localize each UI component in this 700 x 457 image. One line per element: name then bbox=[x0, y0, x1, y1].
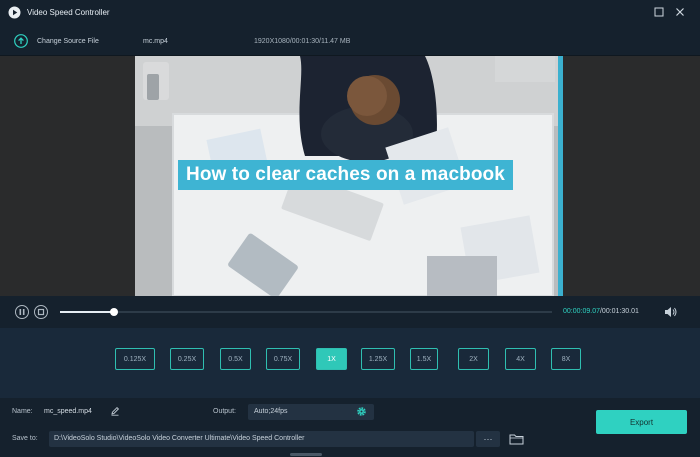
maximize-button[interactable] bbox=[652, 5, 666, 19]
output-file-name: mc_speed.mp4 bbox=[44, 408, 92, 415]
output-settings-bar: Name: mc_speed.mp4 Output: Auto;24fps Sa… bbox=[0, 398, 700, 457]
video-preview-area: How to clear caches on a macbook bbox=[0, 56, 700, 296]
edit-name-icon[interactable] bbox=[110, 406, 120, 416]
save-to-label: Save to: bbox=[12, 435, 38, 442]
time-readout: 00:00:09.07/00:01:30.01 bbox=[563, 308, 639, 315]
video-frame: How to clear caches on a macbook bbox=[135, 56, 563, 296]
change-source-file-label: Change Source File bbox=[37, 37, 99, 45]
progress-thumb[interactable] bbox=[110, 308, 118, 316]
name-label: Name: bbox=[12, 408, 33, 415]
speed-option-button[interactable]: 0.75X bbox=[266, 348, 300, 370]
resize-handle[interactable] bbox=[290, 453, 322, 456]
output-label: Output: bbox=[213, 408, 236, 415]
source-file-meta: 1920X1080/00:01:30/11.47 MB bbox=[254, 38, 351, 45]
open-folder-icon[interactable] bbox=[509, 433, 524, 445]
speed-option-button[interactable]: 1.5X bbox=[410, 348, 438, 370]
change-source-file-button[interactable]: Change Source File bbox=[14, 33, 99, 49]
title-bar: Video Speed Controller bbox=[0, 0, 700, 26]
playback-bar: 00:00:09.07/00:01:30.01 bbox=[0, 296, 700, 328]
file-info-bar: Change Source File mc.mp4 1920X1080/00:0… bbox=[0, 26, 700, 56]
volume-icon[interactable] bbox=[664, 306, 677, 318]
export-button[interactable]: Export bbox=[596, 410, 687, 434]
speed-option-button[interactable]: 2X bbox=[458, 348, 489, 370]
speed-option-button[interactable]: 0.125X bbox=[115, 348, 155, 370]
pause-icon bbox=[19, 309, 25, 315]
save-path-value: D:\VideoSolo Studio\VideoSolo Video Conv… bbox=[54, 435, 305, 442]
gear-icon[interactable] bbox=[356, 406, 367, 417]
save-path-field[interactable]: D:\VideoSolo Studio\VideoSolo Video Conv… bbox=[49, 431, 474, 447]
browse-button[interactable]: ··· bbox=[476, 431, 500, 447]
speed-option-button[interactable]: 1.25X bbox=[361, 348, 395, 370]
output-format-value: Auto;24fps bbox=[254, 408, 288, 415]
pause-button[interactable] bbox=[15, 305, 29, 319]
video-speed-controller-window: Video Speed Controller Change Source Fil… bbox=[0, 0, 700, 457]
speed-option-button[interactable]: 8X bbox=[551, 348, 581, 370]
close-button[interactable] bbox=[673, 5, 687, 19]
speed-option-button[interactable]: 4X bbox=[505, 348, 536, 370]
app-logo-icon bbox=[8, 6, 21, 19]
output-format-field[interactable]: Auto;24fps bbox=[248, 404, 374, 420]
progress-track[interactable] bbox=[60, 308, 552, 316]
speed-options-panel: 0.125X 0.25X 0.5X 0.75X 1X 1.25X 1.5X 2X 4X 8X bbox=[0, 328, 700, 398]
current-time: 00:00:09.07 bbox=[563, 308, 600, 315]
stop-button[interactable] bbox=[34, 305, 48, 319]
window-title: Video Speed Controller bbox=[27, 8, 110, 17]
add-file-icon bbox=[14, 34, 28, 48]
speed-option-button[interactable]: 0.5X bbox=[220, 348, 251, 370]
progress-fill bbox=[60, 311, 114, 313]
speed-option-button[interactable]: 1X bbox=[316, 348, 347, 370]
video-caption-text: How to clear caches on a macbook bbox=[186, 164, 505, 185]
stop-icon bbox=[37, 308, 45, 316]
video-caption-banner: How to clear caches on a macbook bbox=[178, 160, 513, 190]
maximize-icon bbox=[654, 7, 664, 17]
source-file-name: mc.mp4 bbox=[143, 38, 168, 45]
close-icon bbox=[676, 8, 684, 16]
total-time: /00:01:30.01 bbox=[599, 308, 639, 315]
speed-option-button[interactable]: 0.25X bbox=[170, 348, 204, 370]
